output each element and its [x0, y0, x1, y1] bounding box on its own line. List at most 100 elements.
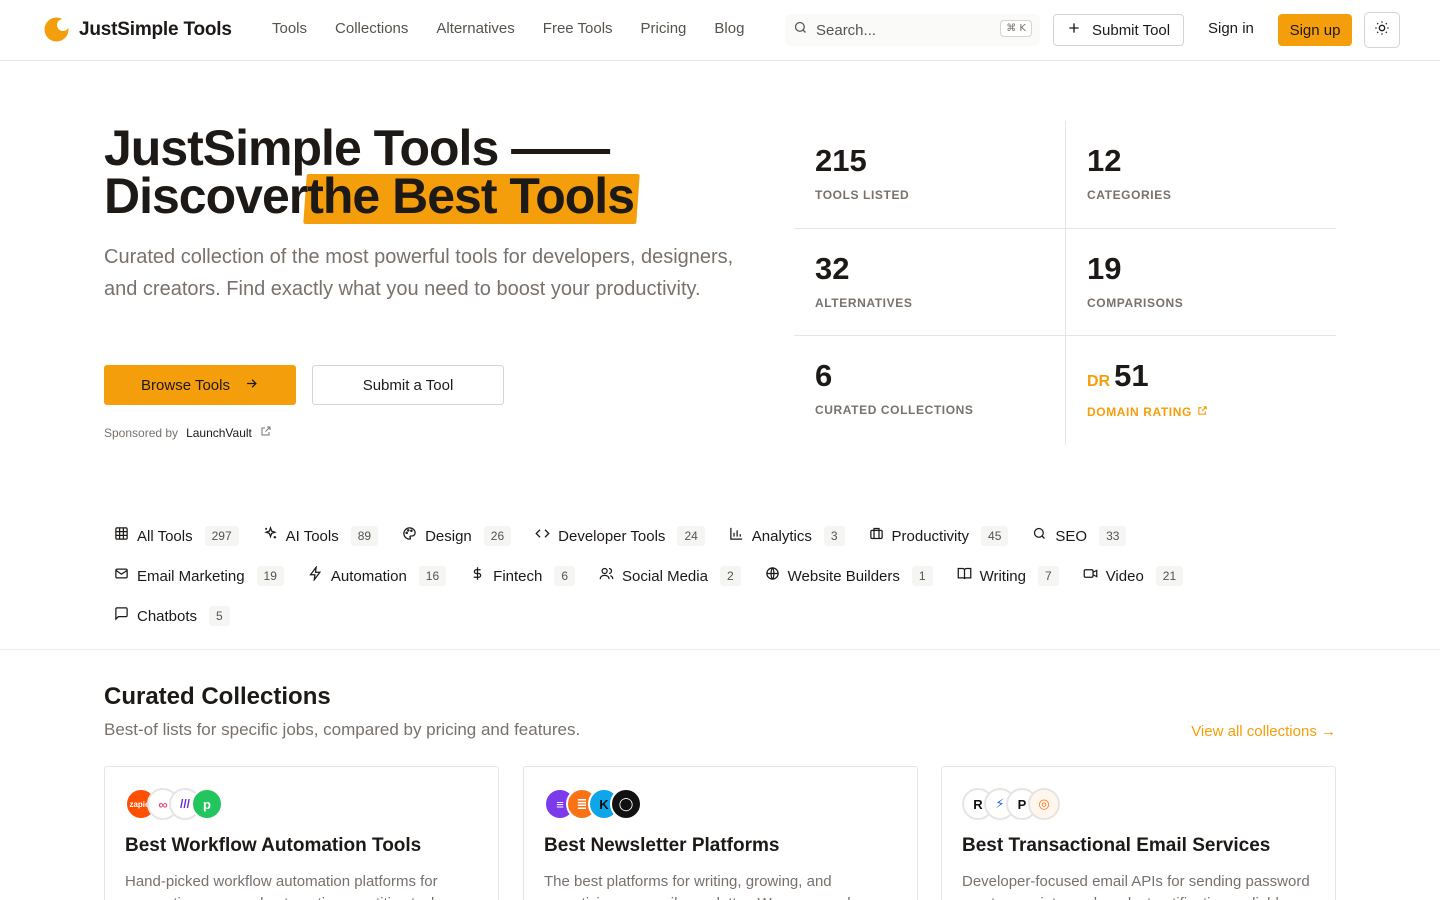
- category-label: AI Tools: [285, 527, 339, 545]
- category-count: 1: [911, 566, 933, 586]
- category-label: All Tools: [137, 527, 193, 545]
- nav-free-tools[interactable]: Free Tools: [543, 20, 613, 37]
- tool-logo-stack: R ⚡ P ◎: [962, 788, 1060, 820]
- card-description: Developer-focused email APIs for sending…: [962, 873, 1310, 900]
- category-label: Fintech: [493, 567, 543, 585]
- collection-card[interactable]: ≡ ≣ K ◯ Best Newsletter Platforms The be…: [523, 766, 918, 900]
- hero-title: JustSimple Tools —— Discoverthe Best Too…: [104, 120, 744, 221]
- zap-icon: [308, 564, 323, 586]
- category-writing[interactable]: Writing 7: [947, 560, 1069, 592]
- tool-logo-stack: ≡ ≣ K ◯: [544, 788, 642, 820]
- external-link-icon: [1197, 405, 1208, 419]
- card-description: The best platforms for writing, growing,…: [544, 873, 851, 900]
- sign-up-button[interactable]: Sign up: [1278, 14, 1352, 46]
- nav-collections[interactable]: Collections: [335, 20, 408, 37]
- submit-tool-label: Submit Tool: [1092, 21, 1171, 39]
- card-title: Best Transactional Email Services: [962, 835, 1271, 856]
- bar-chart-icon: [729, 526, 744, 546]
- collections-subtitle: Best-of lists for specific jobs, compare…: [104, 720, 581, 739]
- collections-heading: Curated Collections: [104, 683, 331, 710]
- category-label: SEO: [1055, 527, 1088, 545]
- category-developer-tools[interactable]: Developer Tools 24: [525, 520, 715, 552]
- sign-in-link[interactable]: Sign in: [1208, 20, 1254, 37]
- search-input[interactable]: [816, 21, 996, 39]
- view-all-collections-link[interactable]: View all collections →: [1191, 723, 1336, 740]
- category-ai-tools[interactable]: AI Tools 89: [253, 520, 388, 552]
- category-count: 6: [554, 566, 576, 586]
- stat-label: CURATED COLLECTIONS: [815, 403, 974, 417]
- section-divider: [0, 649, 1440, 650]
- stat-tools-listed: 215 TOOLS LISTED: [794, 121, 1065, 228]
- category-video[interactable]: Video 21: [1073, 560, 1193, 592]
- mail-icon: [114, 566, 129, 586]
- hero-subtitle: Curated collection of the most powerful …: [104, 246, 734, 300]
- category-label: Video: [1105, 567, 1144, 585]
- collection-card[interactable]: R ⚡ P ◎ Best Transactional Email Service…: [941, 766, 1336, 900]
- category-automation[interactable]: Automation 16: [298, 560, 456, 592]
- category-count: 297: [204, 526, 239, 546]
- stat-value: 32: [815, 251, 850, 286]
- category-seo[interactable]: SEO 33: [1022, 520, 1136, 552]
- category-count: 16: [418, 566, 447, 586]
- stat-label: DOMAIN RATING: [1087, 405, 1192, 419]
- code-icon: [535, 526, 550, 546]
- category-count: 7: [1038, 566, 1059, 586]
- stat-value: 12: [1087, 143, 1122, 178]
- users-icon: [599, 566, 614, 586]
- domain-rating-link[interactable]: DOMAIN RATING: [1087, 405, 1208, 419]
- external-link-icon: [260, 425, 272, 440]
- category-count: 21: [1155, 566, 1184, 586]
- plus-icon: [1066, 20, 1082, 40]
- globe-icon: [765, 566, 780, 586]
- category-email-marketing[interactable]: Email Marketing 19: [104, 560, 294, 592]
- brand-logo[interactable]: JustSimple Tools: [44, 17, 232, 42]
- category-count: 33: [1099, 526, 1127, 546]
- nav-alternatives[interactable]: Alternatives: [436, 20, 514, 37]
- stat-value: 6: [815, 358, 833, 393]
- video-icon: [1083, 566, 1098, 586]
- category-label: Design: [425, 527, 472, 545]
- pipedream-logo-icon: p: [191, 788, 223, 820]
- submit-a-tool-button[interactable]: Submit a Tool: [312, 365, 504, 405]
- search-box[interactable]: ⌘ K: [785, 14, 1040, 46]
- tool-logo-stack: zapier ∞ /// p: [125, 788, 223, 820]
- submit-tool-button[interactable]: Submit Tool: [1053, 14, 1184, 46]
- hero-title-line1: JustSimple Tools ——: [104, 120, 610, 176]
- category-chatbots[interactable]: Chatbots 5: [104, 600, 240, 632]
- category-count: 2: [719, 566, 741, 586]
- category-count: 89: [350, 526, 379, 546]
- stat-domain-rating: DR 51 DOMAIN RATING: [1065, 335, 1336, 445]
- browse-tools-button[interactable]: Browse Tools: [104, 365, 296, 405]
- category-filter-list: All Tools 297 AI Tools 89 Design 26 Deve…: [104, 520, 1344, 640]
- brand-name: JustSimple Tools: [79, 18, 232, 40]
- category-social-media[interactable]: Social Media 2: [589, 560, 751, 592]
- sun-icon: [1374, 20, 1390, 41]
- stat-label: ALTERNATIVES: [815, 296, 913, 310]
- category-label: Email Marketing: [137, 567, 245, 585]
- theme-toggle-button[interactable]: [1364, 12, 1400, 48]
- nav-blog[interactable]: Blog: [714, 20, 744, 37]
- sponsor-link[interactable]: LaunchVault: [186, 426, 252, 440]
- stats-grid: 215 TOOLS LISTED 12 CATEGORIES 32 ALTERN…: [794, 121, 1336, 445]
- nav-pricing[interactable]: Pricing: [641, 20, 687, 37]
- card-description: Hand-picked workflow automation platform…: [125, 873, 450, 900]
- category-fintech[interactable]: Fintech 6: [460, 560, 585, 592]
- category-productivity[interactable]: Productivity 45: [859, 520, 1019, 552]
- category-design[interactable]: Design 26: [392, 520, 521, 552]
- category-website-builders[interactable]: Website Builders 1: [755, 560, 943, 592]
- category-all-tools[interactable]: All Tools 297: [104, 520, 249, 552]
- category-analytics[interactable]: Analytics 3: [719, 520, 855, 552]
- category-count: 45: [981, 526, 1009, 546]
- category-label: Productivity: [891, 527, 970, 545]
- stat-label: CATEGORIES: [1087, 188, 1172, 202]
- nav-tools[interactable]: Tools: [272, 20, 307, 37]
- ghost-logo-icon: ◯: [610, 788, 642, 820]
- category-count: 3: [823, 526, 845, 546]
- stat-categories: 12 CATEGORIES: [1065, 121, 1336, 228]
- stat-comparisons: 19 COMPARISONS: [1065, 228, 1336, 335]
- collection-card[interactable]: zapier ∞ /// p Best Workflow Automation …: [104, 766, 499, 900]
- stat-value: 19: [1087, 251, 1122, 286]
- category-label: Writing: [979, 567, 1026, 585]
- hero-title-prefix: Discover: [104, 168, 308, 224]
- grid-icon: [114, 526, 129, 546]
